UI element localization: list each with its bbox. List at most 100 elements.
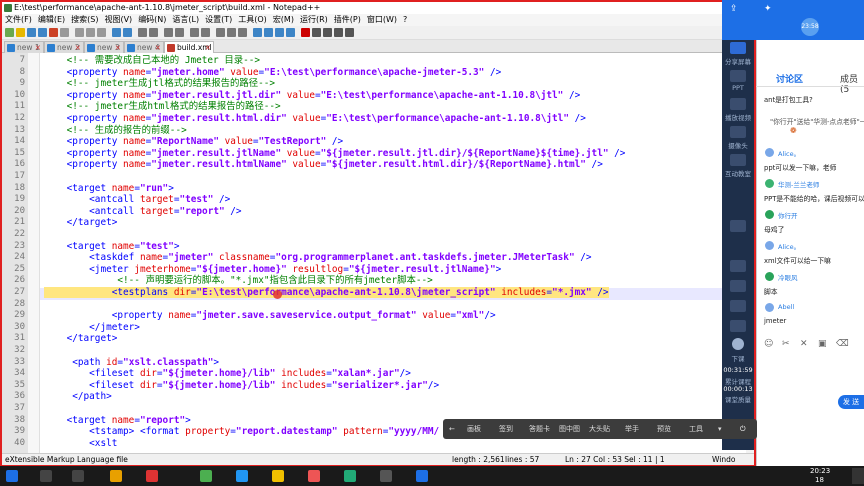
code-token: <path (44, 356, 107, 368)
indent-guide-icon[interactable] (238, 28, 247, 37)
start-icon[interactable] (6, 470, 18, 482)
redo-icon[interactable] (123, 28, 132, 37)
app-icon[interactable] (146, 470, 158, 482)
stop-macro-icon[interactable] (312, 28, 321, 37)
copy-icon[interactable] (86, 28, 95, 37)
code-token: "run" (139, 182, 169, 194)
menu-plugins[interactable]: 插件(P) (331, 14, 364, 26)
menu-macro[interactable]: 宏(M) (270, 14, 297, 26)
tool-whiteboard[interactable]: 画板 (467, 419, 481, 439)
fold-margin[interactable] (28, 53, 40, 453)
save-macro-icon[interactable] (345, 28, 354, 37)
tool-picture-in-picture[interactable]: 图中图 (559, 419, 580, 439)
speaker-icon[interactable] (730, 280, 746, 292)
zoom-out-icon[interactable] (175, 28, 184, 37)
code-editor[interactable]: 7 8 9 10 11 12 13 14 15 16 17 18 19 20 21 22 23 24 25 26 27 2… (2, 53, 754, 453)
undo-icon[interactable] (112, 28, 121, 37)
replace-icon[interactable] (149, 28, 158, 37)
menu-help[interactable]: ? (400, 14, 410, 26)
toolbar-arrow-icon[interactable]: ← (449, 419, 455, 439)
mute-chat-icon[interactable]: ✕ (800, 339, 808, 349)
app-icon[interactable] (236, 470, 248, 482)
tool-preview[interactable]: 预览 (657, 419, 671, 439)
tool-answer-card[interactable]: 答题卡 (529, 419, 550, 439)
wrap-icon[interactable] (216, 28, 225, 37)
app-icon[interactable] (344, 470, 356, 482)
emoji-icon[interactable]: ☺ (764, 339, 773, 349)
tab-new-4[interactable]: new 4 × (124, 41, 164, 53)
interact-icon[interactable] (730, 154, 746, 166)
app-icon[interactable] (272, 470, 284, 482)
task-view-icon[interactable] (72, 470, 84, 482)
find-icon[interactable] (138, 28, 147, 37)
record-macro-icon[interactable] (301, 28, 310, 37)
equalizer-icon[interactable] (730, 220, 746, 232)
video-icon[interactable] (730, 98, 746, 110)
end-class-icon[interactable] (732, 338, 744, 350)
tool-photo-sticker[interactable]: 大头贴 (589, 419, 610, 439)
lang-icon[interactable] (253, 28, 262, 37)
tab-new-2[interactable]: new 2 × (44, 41, 84, 53)
cut-icon[interactable] (75, 28, 84, 37)
settings-icon[interactable]: ✦ (764, 4, 772, 14)
share-icon[interactable]: ⇪ (730, 4, 738, 14)
tab-members[interactable]: 成员(5 (840, 72, 864, 95)
print-icon[interactable] (60, 28, 69, 37)
tool-signin[interactable]: 签到 (499, 419, 513, 439)
doc-map-icon[interactable] (264, 28, 273, 37)
menu-edit[interactable]: 编辑(E) (35, 14, 68, 26)
menu-language[interactable]: 语言(L) (169, 14, 202, 26)
menu-settings[interactable]: 设置(T) (202, 14, 235, 26)
camera-icon[interactable] (730, 126, 746, 138)
tool-raise-hand[interactable]: 举手 (625, 419, 639, 439)
notepad-task-icon[interactable] (200, 470, 212, 482)
ppt-icon[interactable] (730, 70, 746, 82)
save-all-icon[interactable] (38, 28, 47, 37)
code-token: /> (591, 287, 609, 298)
app-icon[interactable] (380, 470, 392, 482)
scissors-icon[interactable]: ✂ (782, 339, 790, 349)
image-icon[interactable]: ▣ (818, 339, 827, 349)
tool-tools[interactable]: 工具 (689, 419, 703, 439)
code-token: "jmeter" (168, 252, 214, 264)
sync-v-icon[interactable] (190, 28, 199, 37)
close-file-icon[interactable] (49, 28, 58, 37)
open-file-icon[interactable] (16, 28, 25, 37)
tab-new-3[interactable]: new 3 × (84, 41, 124, 53)
notification-icon[interactable] (852, 468, 864, 484)
zoom-in-icon[interactable] (164, 28, 173, 37)
menu-window[interactable]: 窗口(W) (364, 14, 400, 26)
paste-icon[interactable] (97, 28, 106, 37)
play-macro-icon[interactable] (323, 28, 332, 37)
tab-new-1[interactable]: new 1 × (4, 41, 44, 53)
menu-view[interactable]: 视图(V) (101, 14, 135, 26)
tab-build-xml[interactable]: build.xml × (164, 41, 214, 53)
microphone-icon[interactable] (730, 260, 746, 272)
power-icon[interactable]: ⏻ (740, 419, 746, 439)
line-number: 25 (14, 263, 25, 274)
search-icon[interactable] (40, 470, 52, 482)
music-icon[interactable] (730, 300, 746, 312)
menu-run[interactable]: 运行(R) (297, 14, 331, 26)
folder-workspace-icon[interactable] (286, 28, 295, 37)
save-icon[interactable] (27, 28, 36, 37)
app-icon[interactable] (416, 470, 428, 482)
explorer-icon[interactable] (110, 470, 122, 482)
menu-tools[interactable]: 工具(O) (235, 14, 270, 26)
app-icon[interactable] (308, 470, 320, 482)
run-macro-multiple-icon[interactable] (334, 28, 343, 37)
menu-file[interactable]: 文件(F) (2, 14, 35, 26)
share-screen-icon[interactable] (730, 42, 746, 54)
menu-search[interactable]: 搜索(S) (68, 14, 101, 26)
clear-icon[interactable]: ⌫ (836, 339, 849, 349)
tab-discussion[interactable]: 讨论区 (776, 72, 803, 85)
toolbar-collapse-icon[interactable]: ▾ (718, 419, 722, 439)
line-number: 18 (14, 182, 25, 193)
send-button[interactable]: 发 送 (838, 395, 864, 409)
function-list-icon[interactable] (275, 28, 284, 37)
menu-encoding[interactable]: 编码(N) (135, 14, 169, 26)
sync-h-icon[interactable] (201, 28, 210, 37)
layout-icon[interactable] (730, 320, 746, 332)
new-file-icon[interactable] (5, 28, 14, 37)
all-chars-icon[interactable] (227, 28, 236, 37)
